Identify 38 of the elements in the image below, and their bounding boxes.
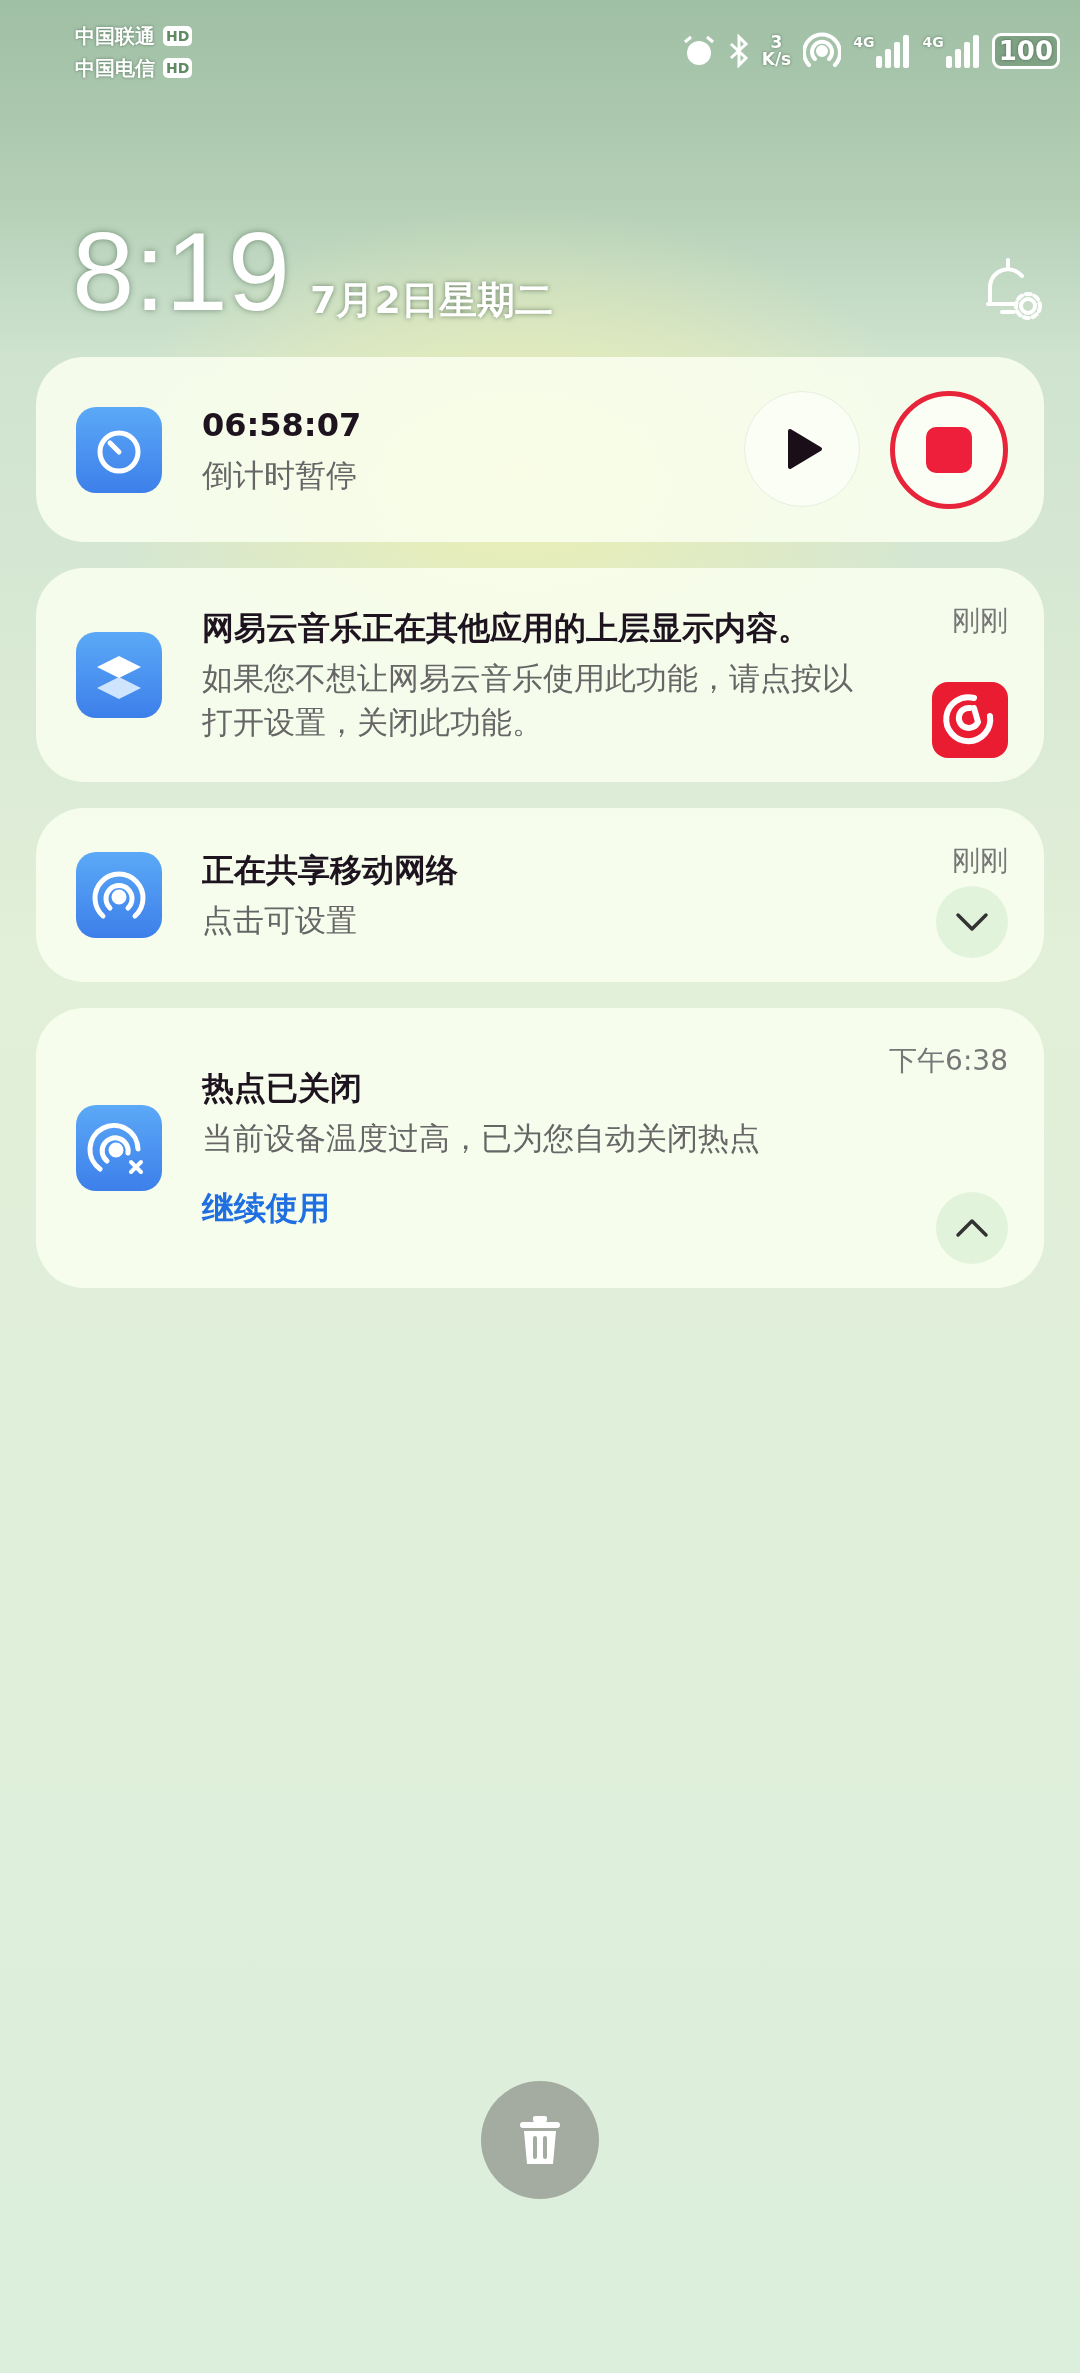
timer-icon bbox=[76, 406, 162, 493]
signal-icon bbox=[876, 34, 911, 68]
hotspot-off-icon bbox=[76, 1105, 162, 1191]
chevron-up-icon bbox=[955, 1218, 989, 1238]
battery-level: 100 bbox=[991, 33, 1060, 69]
hd-label: HD bbox=[163, 26, 193, 46]
network-type: 4G bbox=[922, 34, 944, 50]
notification-card[interactable]: 热点已关闭 当前设备温度过高，已为您自动关闭热点 继续使用 下午6:38 bbox=[36, 1008, 1044, 1288]
hotspot-icon bbox=[803, 32, 842, 70]
notification-text: 当前设备温度过高，已为您自动关闭热点 bbox=[202, 1119, 761, 1158]
notification-title: 网易云音乐正在其他应用的上层显示内容。 bbox=[202, 608, 811, 649]
notification-time: 下午6:38 bbox=[889, 1043, 1008, 1079]
notification-title: 06:58:07 bbox=[202, 404, 363, 446]
notification-text: 倒计时暂停 bbox=[202, 455, 358, 495]
continue-link[interactable]: 继续使用 bbox=[202, 1186, 850, 1230]
clock-time: 8:19 bbox=[72, 222, 290, 322]
network-type: 4G bbox=[853, 34, 875, 50]
hotspot-icon bbox=[76, 852, 162, 938]
date-text: 7月2日星期二 bbox=[310, 278, 553, 322]
notification-time: 刚刚 bbox=[952, 603, 1008, 639]
notification-card[interactable]: 06:58:07 倒计时暂停 bbox=[36, 357, 1044, 542]
notification-card[interactable]: 网易云音乐正在其他应用的上层显示内容。 如果您不想让网易云音乐使用此功能，请点按以打开设置，关闭此功能。 刚刚 bbox=[36, 568, 1044, 782]
carrier-name: 中国联通 bbox=[75, 23, 155, 50]
network-speed: 3 K/s bbox=[761, 34, 792, 68]
notification-title: 热点已关闭 bbox=[202, 1068, 363, 1109]
bluetooth-icon bbox=[727, 34, 750, 68]
carrier-name: 中国电信 bbox=[75, 55, 155, 82]
notification-text: 点击可设置 bbox=[202, 901, 358, 940]
hd-label: HD bbox=[163, 58, 193, 78]
music-app-icon bbox=[932, 682, 1008, 758]
notification-time: 刚刚 bbox=[952, 843, 1008, 879]
chevron-down-icon bbox=[955, 912, 989, 932]
notification-card[interactable]: 正在共享移动网络 点击可设置 刚刚 bbox=[36, 808, 1044, 982]
notification-title: 正在共享移动网络 bbox=[202, 850, 459, 891]
layers-icon bbox=[76, 632, 162, 718]
notification-text: 如果您不想让网易云音乐使用此功能，请点按以打开设置，关闭此功能。 bbox=[202, 659, 854, 742]
alarm-icon bbox=[681, 34, 716, 68]
signal-icon bbox=[945, 34, 980, 68]
